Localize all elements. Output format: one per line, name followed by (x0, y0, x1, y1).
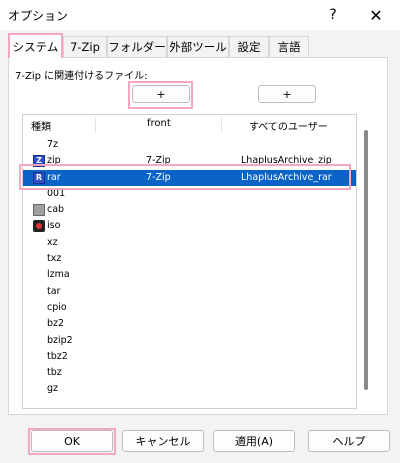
tab-label: システム (12, 39, 59, 54)
tab-label: 外部ツール (169, 40, 227, 54)
cell-ext: txz (47, 253, 62, 265)
tab-external-tools[interactable]: 外部ツール (167, 36, 229, 57)
window-title: オプション (8, 9, 69, 23)
table-row[interactable]: bzip2 (23, 333, 356, 349)
tab-folders[interactable]: フォルダー (107, 36, 167, 57)
table-row[interactable]: lzma (23, 267, 356, 283)
cell-ext: 7z (47, 139, 59, 150)
tab-label: 設定 (237, 40, 261, 54)
table-row[interactable]: xz (23, 235, 356, 251)
list-header: 種類 front すべてのユーザー (23, 115, 356, 133)
help-button[interactable]: ? (313, 0, 353, 30)
button-label: キャンセル (135, 435, 191, 448)
button-label: ヘルプ (332, 435, 366, 448)
highlight-box (28, 428, 116, 455)
apply-button[interactable]: 適用(A) (213, 430, 295, 452)
tab-label: 言語 (277, 40, 301, 54)
cab-archive-icon (33, 204, 45, 217)
column-header-all-users[interactable]: すべてのユーザー (249, 118, 328, 133)
table-row[interactable]: 7z (23, 137, 356, 153)
table-row[interactable]: tbz2 (23, 349, 356, 365)
column-header-type[interactable]: 種類 (31, 118, 51, 133)
title-bar: オプション ? ✕ (0, 0, 400, 30)
table-row[interactable]: txz (23, 251, 356, 267)
cell-ext: gz (47, 383, 59, 395)
cell-ext: iso (47, 220, 61, 232)
cell-ext: lzma (47, 269, 70, 281)
cell-ext: tbz (47, 367, 62, 379)
help-dialog-button[interactable]: ヘルプ (308, 430, 390, 452)
table-row[interactable]: cab (23, 202, 356, 218)
cell-ext: cab (47, 204, 65, 216)
associate-all-users-button[interactable]: + (258, 85, 316, 103)
cell-ext: cpio (47, 301, 67, 313)
highlight-box (19, 164, 351, 190)
table-row[interactable]: bz2 (23, 316, 356, 332)
association-label: 7-Zip に関連付けるファイル: (15, 71, 148, 82)
tab-label: 7-Zip (70, 40, 100, 54)
cell-ext: bz2 (47, 318, 65, 330)
cell-ext: xz (47, 236, 58, 248)
table-row[interactable]: iso (23, 218, 356, 234)
close-icon: ✕ (369, 5, 383, 25)
close-button[interactable]: ✕ (356, 0, 396, 30)
help-icon: ? (329, 7, 337, 23)
cell-ext: bzip2 (47, 334, 73, 346)
cell-ext: tbz2 (47, 350, 68, 362)
table-row[interactable]: tar (23, 284, 356, 300)
tab-settings[interactable]: 設定 (229, 36, 269, 57)
table-row[interactable]: gz (23, 381, 356, 397)
column-separator[interactable] (95, 117, 96, 132)
tab-7zip[interactable]: 7-Zip (63, 36, 107, 57)
iso-disc-icon (33, 220, 45, 233)
button-label: 適用(A) (234, 435, 274, 448)
highlight-box (128, 81, 193, 109)
plus-icon: + (282, 87, 292, 101)
tab-label: フォルダー (108, 40, 166, 54)
table-row[interactable]: tbz (23, 365, 356, 381)
vertical-scrollbar[interactable] (364, 130, 368, 390)
cell-ext: tar (47, 285, 61, 297)
column-header-front[interactable]: front (147, 118, 171, 129)
table-row[interactable]: cpio (23, 300, 356, 316)
cancel-button[interactable]: キャンセル (122, 430, 204, 452)
column-separator[interactable] (221, 117, 222, 132)
tab-system[interactable]: システム (8, 33, 63, 58)
tab-language[interactable]: 言語 (269, 36, 309, 57)
file-association-list[interactable]: 種類 front すべてのユーザー 7z Zzip 7-Zip LhaplusArch… (22, 114, 357, 409)
